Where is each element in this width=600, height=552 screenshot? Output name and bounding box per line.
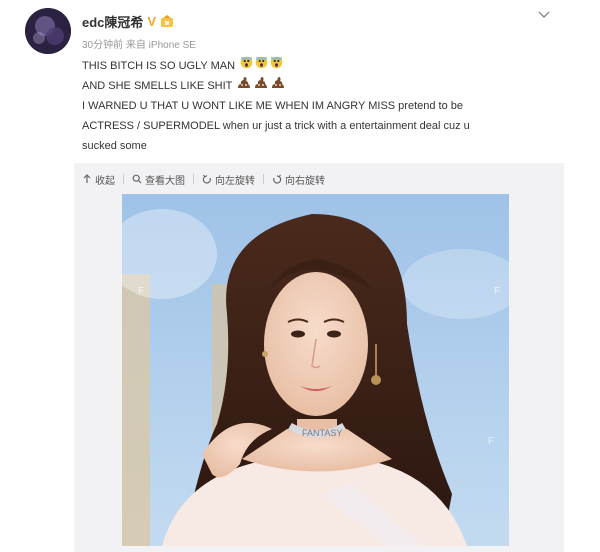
post-line-3: I WARNED U THAT U WONT LIKE ME WHEN IM A…	[82, 100, 464, 113]
post-meta: 30分钟前 来自 iPhone SE	[82, 40, 196, 51]
toolbar-divider	[123, 174, 124, 184]
rotate-left-icon	[202, 174, 211, 184]
username[interactable]: edc陳冠希	[82, 12, 143, 31]
post-line-4: ACTRESS / SUPERMODEL when ur just a tric…	[82, 120, 470, 133]
rotate-right-button[interactable]: 向右旋转	[272, 172, 325, 187]
photo-watermark: F	[494, 286, 500, 297]
avatar[interactable]	[25, 8, 71, 54]
poop-emoji-icon	[237, 76, 285, 96]
toolbar-divider	[193, 174, 194, 184]
rotate-right-icon	[273, 174, 282, 184]
level-badge-icon	[160, 14, 174, 28]
post-line-1: THIS BITCH IS SO UGLY MAN	[82, 56, 562, 76]
view-large-button[interactable]: 查看大图	[132, 172, 185, 187]
scream-emoji-icon	[240, 56, 284, 76]
photo-watermark: F	[488, 436, 494, 447]
collapse-icon	[83, 174, 91, 183]
post-text: THIS BITCH IS SO UGLY MAN AND SHE SMELLS…	[82, 56, 562, 156]
photo-watermark: F	[138, 286, 144, 297]
post-photo[interactable]: FANTASY F F F	[122, 194, 509, 546]
magnifier-icon	[132, 174, 142, 184]
username-row: edc陳冠希 V	[82, 12, 174, 30]
post-line-2: AND SHE SMELLS LIKE SHIT	[82, 76, 562, 96]
verified-badge: V	[147, 13, 157, 29]
toolbar-divider	[263, 174, 264, 184]
necklace-text: FANTASY	[302, 428, 342, 438]
collapse-button[interactable]: 收起	[82, 172, 115, 187]
media-toolbar: 收起 查看大图 向左旋转 向右旋转	[82, 170, 325, 188]
post-line-5: sucked some	[82, 140, 147, 153]
weibo-post: edc陳冠希 V 30分钟前 来自 iPhone SE THIS BITCH I…	[0, 0, 600, 552]
chevron-down-icon[interactable]	[536, 8, 552, 20]
rotate-left-button[interactable]: 向左旋转	[202, 172, 255, 187]
